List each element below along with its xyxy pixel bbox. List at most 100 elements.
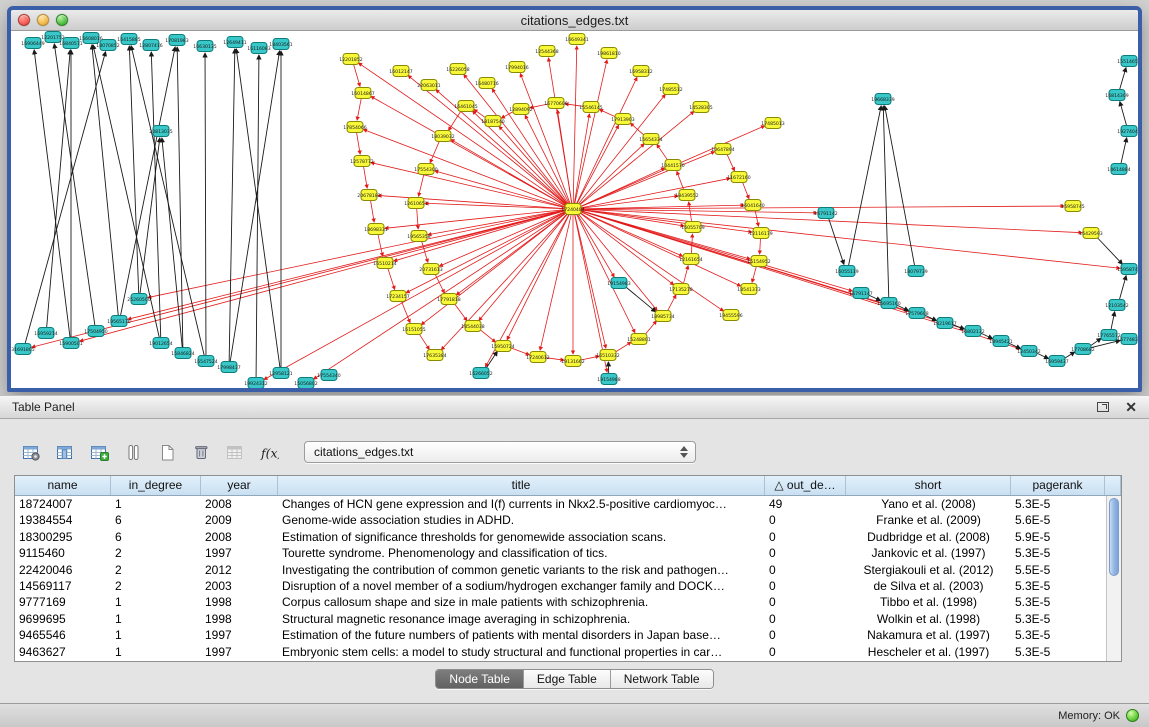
graph-node[interactable]: 12958121: [269, 368, 292, 379]
table-row[interactable]: 1456911722003Disruption of a novel membe…: [15, 578, 1106, 594]
graph-node[interactable]: 11672160: [727, 172, 750, 183]
function-button[interactable]: f(x): [254, 438, 284, 466]
column-header-title[interactable]: title: [278, 476, 765, 495]
graph-node[interactable]: 18541373: [737, 284, 760, 295]
table-row[interactable]: 1830029562008Estimation of significance …: [15, 529, 1106, 545]
close-window-button[interactable]: [18, 14, 30, 26]
graph-node[interactable]: 15654334: [639, 134, 662, 145]
column-header-in_degree[interactable]: in_degree: [111, 476, 201, 495]
graph-node[interactable]: 17504950: [84, 326, 107, 337]
table-scrollbar[interactable]: [1106, 496, 1121, 661]
graph-node[interactable]: 19154988: [597, 374, 620, 385]
graph-node[interactable]: 16630135: [193, 41, 216, 52]
graph-node[interactable]: 17240484: [561, 204, 584, 215]
graph-node[interactable]: 17854066: [343, 122, 366, 133]
graph-node[interactable]: 16547524: [194, 356, 217, 367]
graph-node[interactable]: 17485512: [659, 84, 682, 95]
graph-node[interactable]: 19924312: [244, 378, 267, 389]
graph-node[interactable]: 14528305: [689, 102, 712, 113]
import-table-button[interactable]: [84, 438, 114, 466]
graph-node[interactable]: 12894092: [509, 104, 532, 115]
tab-network-table[interactable]: Network Table: [610, 670, 713, 688]
graph-node[interactable]: 15950724: [491, 341, 514, 352]
graph-node[interactable]: 15056802: [294, 378, 317, 389]
graph-node[interactable]: 15608016: [79, 33, 102, 44]
graph-node[interactable]: 19861810: [597, 48, 620, 59]
graph-node[interactable]: 16116083: [247, 43, 270, 54]
graph-node[interactable]: 18544038: [461, 321, 484, 332]
graph-node[interactable]: 16814309: [1105, 90, 1128, 101]
graph-node[interactable]: 15958741: [1117, 264, 1138, 275]
graph-node[interactable]: 17635384: [423, 350, 446, 361]
graph-node[interactable]: 19565358: [407, 231, 430, 242]
close-panel-icon[interactable]: ✕: [1125, 400, 1137, 414]
graph-node[interactable]: 17913903: [611, 114, 634, 125]
graph-node[interactable]: 18079739: [904, 266, 927, 277]
graph-node[interactable]: 15958745: [1061, 201, 1084, 212]
graph-node[interactable]: 15900501: [59, 338, 82, 349]
graph-node[interactable]: 19012654: [149, 338, 172, 349]
graph-node[interactable]: 15546145: [579, 102, 602, 113]
column-chooser-button[interactable]: [50, 438, 80, 466]
graph-node[interactable]: 16055119: [835, 266, 858, 277]
table-row[interactable]: 1938455462009Genome-wide association stu…: [15, 512, 1106, 528]
minimize-window-button[interactable]: [37, 14, 49, 26]
graph-node[interactable]: 16958312: [629, 66, 652, 77]
graph-node[interactable]: 16959437: [1045, 356, 1068, 367]
graph-node[interactable]: 16791142: [814, 208, 837, 219]
graph-node[interactable]: 19274049: [1117, 126, 1138, 137]
window-titlebar[interactable]: citations_edges.txt: [11, 10, 1138, 31]
graph-node[interactable]: 10441570: [661, 160, 684, 171]
graph-node[interactable]: 12103542: [1105, 300, 1128, 311]
graph-node[interactable]: 19668339: [871, 94, 894, 105]
table-row[interactable]: 911546021997Tourette syndrome. Phenomeno…: [15, 545, 1106, 561]
delete-button[interactable]: [186, 438, 216, 466]
graph-node[interactable]: 25260500: [127, 294, 150, 305]
graph-node[interactable]: 17791818: [437, 294, 460, 305]
graph-node[interactable]: 18403561: [269, 39, 292, 50]
graph-node[interactable]: 12807416: [139, 40, 162, 51]
graph-node[interactable]: 17554340: [317, 370, 340, 381]
graph-node[interactable]: 20731613: [419, 264, 442, 275]
graph-node[interactable]: 16649341: [565, 34, 588, 45]
table-row[interactable]: 977716911998Corpus callosum shape and si…: [15, 594, 1106, 610]
table-row[interactable]: 969969511998Structural magnetic resonanc…: [15, 611, 1106, 627]
graph-node[interactable]: 10647894: [711, 144, 734, 155]
graph-node[interactable]: 16791147: [849, 288, 872, 299]
graph-node[interactable]: 18219617: [933, 318, 956, 329]
graph-node[interactable]: 19455596: [719, 310, 742, 321]
tab-node-table[interactable]: Node Table: [436, 670, 523, 688]
graph-node[interactable]: 16014867: [351, 88, 374, 99]
graph-node[interactable]: 17135278: [669, 284, 692, 295]
graph-node[interactable]: 16429593: [1079, 228, 1102, 239]
graph-node[interactable]: 20678182: [357, 190, 380, 201]
graph-node[interactable]: 17240612: [526, 352, 549, 363]
graph-node[interactable]: 16480716: [475, 78, 498, 89]
graph-node[interactable]: 17234157: [386, 291, 409, 302]
rows-button[interactable]: [118, 438, 148, 466]
tab-edge-table[interactable]: Edge Table: [523, 670, 610, 688]
graph-node[interactable]: 16415885: [117, 34, 140, 45]
graph-node[interactable]: 15695160: [877, 298, 900, 309]
graph-node[interactable]: 17554300: [414, 164, 437, 175]
graph-node[interactable]: 16151055: [402, 324, 425, 335]
column-header-pagerank[interactable]: pagerank: [1011, 476, 1105, 495]
network-canvas[interactable]: 1724048416461045180390321755430012610651…: [11, 31, 1138, 388]
column-header-name[interactable]: name: [15, 476, 111, 495]
graph-node[interactable]: 15846824: [171, 348, 194, 359]
graph-node[interactable]: 22063011: [417, 80, 440, 91]
new-document-button[interactable]: [152, 438, 182, 466]
graph-node[interactable]: 17081983: [165, 35, 188, 46]
graph-node[interactable]: 12201852: [339, 54, 362, 65]
graph-node[interactable]: 19131662: [561, 356, 584, 367]
graph-node[interactable]: 16959214: [34, 328, 57, 339]
table-row[interactable]: 1872400712008Changes of HCN gene express…: [15, 496, 1106, 512]
column-header-short[interactable]: short: [846, 476, 1011, 495]
graph-node[interactable]: 12649411: [223, 37, 246, 48]
graph-node[interactable]: 17994016: [505, 62, 528, 73]
graph-node[interactable]: 16226058: [446, 64, 469, 75]
table-row[interactable]: 2242004622012Investigating the contribut…: [15, 562, 1106, 578]
graph-node[interactable]: 16266052: [469, 368, 492, 379]
graph-node[interactable]: 18698331: [364, 224, 387, 235]
graph-node[interactable]: 18945421: [989, 336, 1012, 347]
